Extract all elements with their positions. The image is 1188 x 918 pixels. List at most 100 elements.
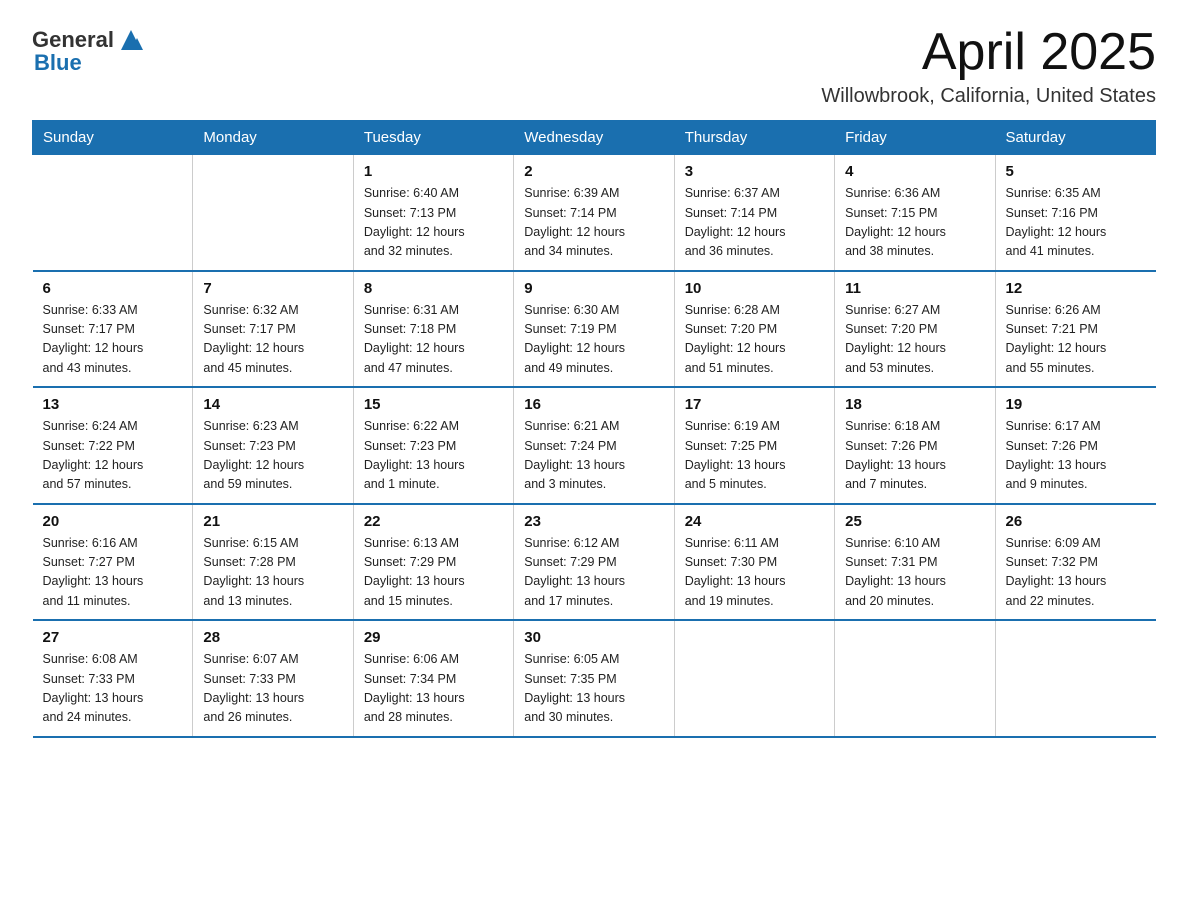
calendar-cell: 27 Sunrise: 6:08 AM Sunset: 7:33 PM Dayli… [33,620,193,737]
calendar-cell [674,620,834,737]
day-number: 7 [203,280,342,297]
day-number: 2 [524,163,663,180]
calendar-cell: 23Sunrise: 6:12 AM Sunset: 7:29 PM Dayli… [514,504,674,621]
calendar-cell: 30 Sunrise: 6:05 AM Sunset: 7:35 PM Dayli… [514,620,674,737]
day-info: Sunrise: 6:05 AM Sunset: 7:35 PM Dayligh… [524,650,663,728]
day-info: Sunrise: 6:22 AM Sunset: 7:23 PM Dayligh… [364,417,503,495]
day-number: 8 [364,280,503,297]
day-number: 17 [685,396,824,413]
day-number: 25 [845,513,984,530]
page-header: General Blue April 2025 Willowbrook, Cal… [32,24,1156,108]
day-info: Sunrise: 6:06 AM Sunset: 7:34 PM Dayligh… [364,650,503,728]
calendar-cell: 3 Sunrise: 6:37 AM Sunset: 7:14 PM Daylig… [674,155,834,271]
day-info: Sunrise: 6:11 AM Sunset: 7:30 PM Dayligh… [685,534,824,612]
calendar-cell: 12Sunrise: 6:26 AM Sunset: 7:21 PM Dayli… [995,271,1155,388]
day-number: 18 [845,396,984,413]
logo-icon [115,24,147,56]
calendar-cell: 7Sunrise: 6:32 AM Sunset: 7:17 PM Daylig… [193,271,353,388]
col-header-wednesday: Wednesday [514,121,674,155]
calendar-week-row: 13 Sunrise: 6:24 AM Sunset: 7:22 PM Dayli… [33,387,1156,504]
calendar-cell [193,155,353,271]
day-info: Sunrise: 6:19 AM Sunset: 7:25 PM Dayligh… [685,417,824,495]
day-info: Sunrise: 6:36 AM Sunset: 7:15 PM Dayligh… [845,184,984,262]
day-info: Sunrise: 6:28 AM Sunset: 7:20 PM Dayligh… [685,301,824,379]
day-info: Sunrise: 6:13 AM Sunset: 7:29 PM Dayligh… [364,534,503,612]
day-number: 21 [203,513,342,530]
day-info: Sunrise: 6:23 AM Sunset: 7:23 PM Dayligh… [203,417,342,495]
calendar-cell: 5 Sunrise: 6:35 AM Sunset: 7:16 PM Daylig… [995,155,1155,271]
calendar-week-row: 20 Sunrise: 6:16 AM Sunset: 7:27 PM Dayli… [33,504,1156,621]
col-header-thursday: Thursday [674,121,834,155]
day-info: Sunrise: 6:40 AM Sunset: 7:13 PM Dayligh… [364,184,503,262]
calendar-cell: 20 Sunrise: 6:16 AM Sunset: 7:27 PM Dayli… [33,504,193,621]
day-number: 30 [524,629,663,646]
day-info: Sunrise: 6:07 AM Sunset: 7:33 PM Dayligh… [203,650,342,728]
day-number: 4 [845,163,984,180]
day-number: 6 [43,280,183,297]
day-number: 10 [685,280,824,297]
day-number: 3 [685,163,824,180]
calendar-cell: 9Sunrise: 6:30 AM Sunset: 7:19 PM Daylig… [514,271,674,388]
day-number: 13 [43,396,183,413]
day-info: Sunrise: 6:21 AM Sunset: 7:24 PM Dayligh… [524,417,663,495]
logo-blue-text: Blue [34,50,82,76]
day-info: Sunrise: 6:37 AM Sunset: 7:14 PM Dayligh… [685,184,824,262]
day-number: 27 [43,629,183,646]
day-info: Sunrise: 6:31 AM Sunset: 7:18 PM Dayligh… [364,301,503,379]
day-number: 5 [1006,163,1146,180]
day-info: Sunrise: 6:24 AM Sunset: 7:22 PM Dayligh… [43,417,183,495]
calendar-cell: 22 Sunrise: 6:13 AM Sunset: 7:29 PM Dayli… [353,504,513,621]
calendar-cell: 8 Sunrise: 6:31 AM Sunset: 7:18 PM Daylig… [353,271,513,388]
day-number: 16 [524,396,663,413]
day-info: Sunrise: 6:17 AM Sunset: 7:26 PM Dayligh… [1006,417,1146,495]
calendar-cell: 19 Sunrise: 6:17 AM Sunset: 7:26 PM Dayli… [995,387,1155,504]
day-info: Sunrise: 6:33 AM Sunset: 7:17 PM Dayligh… [43,301,183,379]
day-info: Sunrise: 6:16 AM Sunset: 7:27 PM Dayligh… [43,534,183,612]
calendar-cell: 25 Sunrise: 6:10 AM Sunset: 7:31 PM Dayli… [835,504,995,621]
day-info: Sunrise: 6:27 AM Sunset: 7:20 PM Dayligh… [845,301,984,379]
day-info: Sunrise: 6:30 AM Sunset: 7:19 PM Dayligh… [524,301,663,379]
calendar-cell: 16 Sunrise: 6:21 AM Sunset: 7:24 PM Dayli… [514,387,674,504]
day-number: 12 [1006,280,1146,297]
calendar-cell [835,620,995,737]
day-number: 20 [43,513,183,530]
calendar-week-row: 1 Sunrise: 6:40 AM Sunset: 7:13 PM Daylig… [33,155,1156,271]
day-number: 28 [203,629,342,646]
calendar-cell: 24 Sunrise: 6:11 AM Sunset: 7:30 PM Dayli… [674,504,834,621]
day-number: 19 [1006,396,1146,413]
day-info: Sunrise: 6:18 AM Sunset: 7:26 PM Dayligh… [845,417,984,495]
calendar-cell: 1 Sunrise: 6:40 AM Sunset: 7:13 PM Daylig… [353,155,513,271]
day-info: Sunrise: 6:08 AM Sunset: 7:33 PM Dayligh… [43,650,183,728]
location-subtitle: Willowbrook, California, United States [821,85,1156,108]
calendar-cell: 11 Sunrise: 6:27 AM Sunset: 7:20 PM Dayli… [835,271,995,388]
day-number: 11 [845,280,984,297]
day-number: 1 [364,163,503,180]
day-info: Sunrise: 6:15 AM Sunset: 7:28 PM Dayligh… [203,534,342,612]
month-title: April 2025 [821,24,1156,81]
calendar-week-row: 27 Sunrise: 6:08 AM Sunset: 7:33 PM Dayli… [33,620,1156,737]
calendar-cell: 2 Sunrise: 6:39 AM Sunset: 7:14 PM Daylig… [514,155,674,271]
day-info: Sunrise: 6:09 AM Sunset: 7:32 PM Dayligh… [1006,534,1146,612]
day-number: 23 [524,513,663,530]
calendar-cell: 14 Sunrise: 6:23 AM Sunset: 7:23 PM Dayli… [193,387,353,504]
calendar-cell: 21 Sunrise: 6:15 AM Sunset: 7:28 PM Dayli… [193,504,353,621]
title-block: April 2025 Willowbrook, California, Unit… [821,24,1156,108]
day-number: 24 [685,513,824,530]
calendar-cell: 13 Sunrise: 6:24 AM Sunset: 7:22 PM Dayli… [33,387,193,504]
day-info: Sunrise: 6:35 AM Sunset: 7:16 PM Dayligh… [1006,184,1146,262]
day-number: 14 [203,396,342,413]
day-info: Sunrise: 6:10 AM Sunset: 7:31 PM Dayligh… [845,534,984,612]
calendar-cell: 10 Sunrise: 6:28 AM Sunset: 7:20 PM Dayli… [674,271,834,388]
calendar-table: SundayMondayTuesdayWednesdayThursdayFrid… [32,120,1156,738]
calendar-cell: 29 Sunrise: 6:06 AM Sunset: 7:34 PM Dayli… [353,620,513,737]
day-number: 26 [1006,513,1146,530]
calendar-cell [995,620,1155,737]
day-info: Sunrise: 6:39 AM Sunset: 7:14 PM Dayligh… [524,184,663,262]
calendar-cell: 6 Sunrise: 6:33 AM Sunset: 7:17 PM Daylig… [33,271,193,388]
day-number: 29 [364,629,503,646]
calendar-cell: 18 Sunrise: 6:18 AM Sunset: 7:26 PM Dayli… [835,387,995,504]
calendar-cell: 28 Sunrise: 6:07 AM Sunset: 7:33 PM Dayli… [193,620,353,737]
day-number: 22 [364,513,503,530]
calendar-cell: 4 Sunrise: 6:36 AM Sunset: 7:15 PM Daylig… [835,155,995,271]
calendar-cell: 17 Sunrise: 6:19 AM Sunset: 7:25 PM Dayli… [674,387,834,504]
